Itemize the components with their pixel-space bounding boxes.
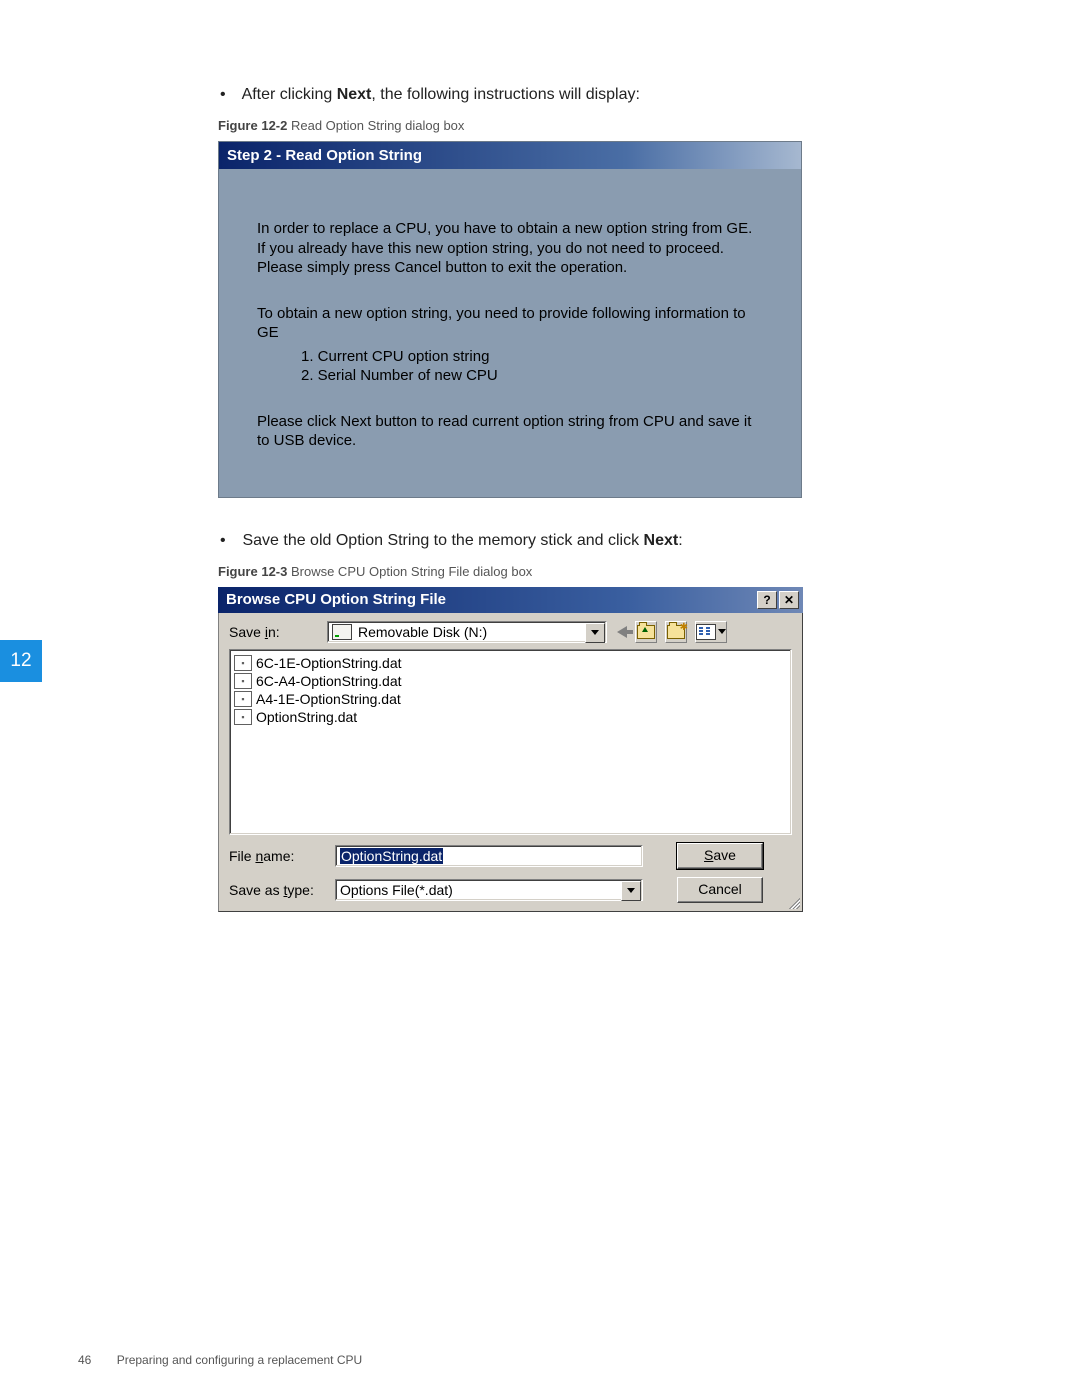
savein-label: Save in: xyxy=(229,624,327,640)
file-list[interactable]: ▪ 6C-1E-OptionString.dat ▪ 6C-A4-OptionS… xyxy=(229,649,792,835)
list-item[interactable]: ▪ 6C-1E-OptionString.dat xyxy=(234,654,787,672)
file-icon: ▪ xyxy=(234,691,252,707)
chevron-down-icon xyxy=(718,629,726,634)
saveastype-value: Options File(*.dat) xyxy=(340,882,453,898)
footer-text: Preparing and configuring a replacement … xyxy=(117,1353,362,1367)
list-item[interactable]: ▪ OptionString.dat xyxy=(234,708,787,726)
figure-2-wrap: Browse CPU Option String File ? ✕ Save i… xyxy=(218,587,990,912)
close-button[interactable]: ✕ xyxy=(779,591,799,609)
list-item[interactable]: ▪ A4-1E-OptionString.dat xyxy=(234,690,787,708)
chapter-tab: 12 xyxy=(0,640,42,682)
file-name: 6C-1E-OptionString.dat xyxy=(256,655,402,671)
saveastype-dropdown[interactable]: Options File(*.dat) xyxy=(335,879,643,901)
dialog1-li1: 1. Current CPU option string xyxy=(301,347,763,367)
intro2-post: : xyxy=(678,532,682,549)
browse-file-dialog: Browse CPU Option String File ? ✕ Save i… xyxy=(218,587,803,912)
up-one-level-button[interactable] xyxy=(635,621,657,643)
savein-dropdown[interactable]: Removable Disk (N:) xyxy=(327,621,607,643)
figure-caption-2: Figure 12-3 Browse CPU Option String Fil… xyxy=(218,564,990,579)
intro1-bold: Next xyxy=(337,86,372,103)
file-icon: ▪ xyxy=(234,655,252,671)
dialog1-para1: In order to replace a CPU, you have to o… xyxy=(257,219,763,278)
intro2-bold: Next xyxy=(644,532,679,549)
caption2-bold: Figure 12-3 xyxy=(218,564,287,579)
saveastype-label: Save as type: xyxy=(229,882,335,898)
page-number: 46 xyxy=(78,1353,91,1367)
dialog1-titlebar: Step 2 - Read Option String xyxy=(219,142,801,169)
caption1-bold: Figure 12-2 xyxy=(218,118,287,133)
filename-input[interactable]: OptionString.dat xyxy=(335,845,643,867)
dialog2-client: Save in: Removable Disk (N:) ✱ xyxy=(218,613,803,912)
dialog1-body: In order to replace a CPU, you have to o… xyxy=(219,169,801,497)
dialog2-title-text: Browse CPU Option String File xyxy=(226,591,446,608)
cancel-button[interactable]: Cancel xyxy=(677,877,763,903)
dropdown-arrow-icon[interactable] xyxy=(585,623,605,643)
file-name: 6C-A4-OptionString.dat xyxy=(256,673,402,689)
view-menu-button[interactable] xyxy=(695,621,727,643)
dialog1-para3: Please click Next button to read current… xyxy=(257,412,763,451)
intro1-pre: After clicking xyxy=(242,86,337,103)
bullet-line-2: • Save the old Option String to the memo… xyxy=(220,532,990,550)
folder-up-icon xyxy=(637,625,655,639)
dialog1-para2: To obtain a new option string, you need … xyxy=(257,304,763,343)
list-view-icon xyxy=(696,624,716,640)
filename-value: OptionString.dat xyxy=(340,848,443,864)
read-option-string-dialog: Step 2 - Read Option String In order to … xyxy=(218,141,802,498)
file-icon: ▪ xyxy=(234,673,252,689)
bullet-dot-2: • xyxy=(220,532,238,550)
list-item[interactable]: ▪ 6C-A4-OptionString.dat xyxy=(234,672,787,690)
savein-value: Removable Disk (N:) xyxy=(358,624,487,640)
figure-1-wrap: Step 2 - Read Option String In order to … xyxy=(218,141,990,498)
folder-new-icon: ✱ xyxy=(667,625,685,639)
caption1-rest: Read Option String dialog box xyxy=(287,118,464,133)
resize-grip[interactable] xyxy=(786,895,800,909)
figure-caption-1: Figure 12-2 Read Option String dialog bo… xyxy=(218,118,990,133)
filename-label: File name: xyxy=(229,848,335,864)
intro1-post: , the following instructions will displa… xyxy=(371,86,640,103)
drive-icon xyxy=(332,624,352,640)
bullet-dot: • xyxy=(220,86,238,104)
help-button[interactable]: ? xyxy=(757,591,777,609)
dropdown-arrow-icon[interactable] xyxy=(621,881,641,901)
caption2-rest: Browse CPU Option String File dialog box xyxy=(287,564,532,579)
file-name: A4-1E-OptionString.dat xyxy=(256,691,401,707)
page-footer: 46 Preparing and configuring a replaceme… xyxy=(78,1353,362,1367)
intro2-pre: Save the old Option String to the memory… xyxy=(242,532,643,549)
bullet-line-1: • After clicking Next, the following ins… xyxy=(220,86,990,104)
dialog1-li2: 2. Serial Number of new CPU xyxy=(301,366,763,386)
dialog2-titlebar[interactable]: Browse CPU Option String File ? ✕ xyxy=(218,587,803,613)
file-name: OptionString.dat xyxy=(256,709,357,725)
save-button[interactable]: Save xyxy=(677,843,763,869)
new-folder-button[interactable]: ✱ xyxy=(665,621,687,643)
file-icon: ▪ xyxy=(234,709,252,725)
back-icon[interactable] xyxy=(617,626,627,638)
